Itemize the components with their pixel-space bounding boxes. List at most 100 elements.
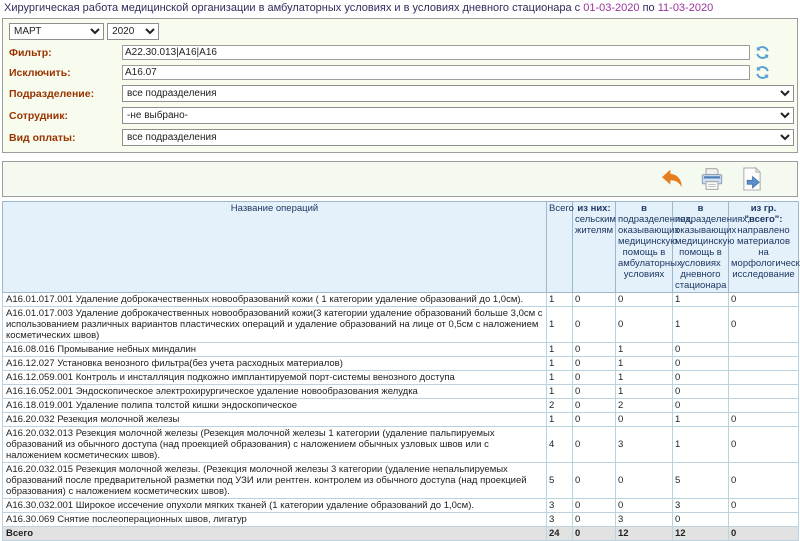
value-cell: 5 bbox=[547, 463, 573, 499]
print-icon[interactable] bbox=[699, 166, 725, 192]
value-cell: 1 bbox=[616, 357, 673, 371]
payment-row: Вид оплаты: все подразделения bbox=[9, 129, 791, 146]
value-cell: 0 bbox=[673, 357, 729, 371]
value-cell: 2 bbox=[616, 399, 673, 413]
filter-panel: МАРТ 2020 Фильтр: Исключить: Подразделен… bbox=[2, 18, 798, 153]
value-cell: 0 bbox=[573, 463, 616, 499]
value-cell: 1 bbox=[547, 307, 573, 343]
year-select[interactable]: 2020 bbox=[107, 23, 159, 40]
operation-name-cell: A16.12.027 Установка венозного фильтра(б… bbox=[3, 357, 547, 371]
value-cell: 0 bbox=[673, 385, 729, 399]
operation-name-cell: A16.30.032.001 Широкое иссечение опухоли… bbox=[3, 499, 547, 513]
value-cell: 1 bbox=[616, 371, 673, 385]
value-cell: 0 bbox=[573, 343, 616, 357]
value-cell: 0 bbox=[573, 357, 616, 371]
value-cell: 0 bbox=[573, 527, 616, 541]
value-cell: 0 bbox=[729, 293, 799, 307]
value-cell: 0 bbox=[729, 499, 799, 513]
operation-name-cell: A16.20.032.015 Резекция молочной железы.… bbox=[3, 463, 547, 499]
table-row: A16.16.052.001 Эндоскопическое электрохи… bbox=[3, 385, 799, 399]
filter-row: Фильтр: bbox=[9, 45, 791, 60]
value-cell: 0 bbox=[573, 293, 616, 307]
filter-input[interactable] bbox=[122, 45, 750, 60]
value-cell: 0 bbox=[616, 413, 673, 427]
table-row: A16.12.027 Установка венозного фильтра(б… bbox=[3, 357, 799, 371]
value-cell: 1 bbox=[673, 307, 729, 343]
department-select[interactable]: все подразделения bbox=[122, 85, 794, 102]
value-cell: 0 bbox=[673, 513, 729, 527]
operation-name-cell: A16.12.059.001 Контроль и инсталляция по… bbox=[3, 371, 547, 385]
table-row: A16.12.059.001 Контроль и инсталляция по… bbox=[3, 371, 799, 385]
month-select[interactable]: МАРТ bbox=[9, 23, 104, 40]
column-header: из них: сельским жителям bbox=[573, 202, 616, 293]
value-cell: 1 bbox=[673, 293, 729, 307]
value-cell: 1 bbox=[547, 385, 573, 399]
column-header: в подразделениях, оказывающих медицинску… bbox=[673, 202, 729, 293]
value-cell: 0 bbox=[729, 463, 799, 499]
operation-name-cell: Всего bbox=[3, 527, 547, 541]
value-cell: 0 bbox=[573, 499, 616, 513]
value-cell: 1 bbox=[547, 413, 573, 427]
value-cell: 0 bbox=[573, 413, 616, 427]
value-cell: 0 bbox=[729, 527, 799, 541]
table-row: A16.20.032.015 Резекция молочной железы.… bbox=[3, 463, 799, 499]
value-cell: 0 bbox=[729, 307, 799, 343]
date-to: 11-03-2020 bbox=[658, 2, 713, 14]
operation-name-cell: A16.30.069 Снятие послеоперационных швов… bbox=[3, 513, 547, 527]
value-cell: 24 bbox=[547, 527, 573, 541]
export-icon[interactable] bbox=[739, 166, 765, 192]
employee-select[interactable]: -не выбрано- bbox=[122, 107, 794, 124]
page-title-text: Хирургическая работа медицинской организ… bbox=[4, 2, 580, 14]
value-cell: 1 bbox=[616, 343, 673, 357]
value-cell: 0 bbox=[673, 371, 729, 385]
table-row: A16.20.032.013 Резекция молочной железы … bbox=[3, 427, 799, 463]
value-cell: 0 bbox=[616, 293, 673, 307]
total-row: Всего24012120 bbox=[3, 527, 799, 541]
date-from: 01-03-2020 bbox=[583, 2, 639, 14]
payment-label: Вид оплаты: bbox=[9, 132, 122, 144]
value-cell: 0 bbox=[573, 399, 616, 413]
value-cell: 1 bbox=[547, 357, 573, 371]
value-cell: 2 bbox=[547, 399, 573, 413]
value-cell: 0 bbox=[729, 427, 799, 463]
employee-label: Сотрудник: bbox=[9, 110, 122, 122]
exclude-row: Исключить: bbox=[9, 65, 791, 80]
operation-name-cell: A16.08.016 Промывание небных миндалин bbox=[3, 343, 547, 357]
department-label: Подразделение: bbox=[9, 88, 122, 100]
payment-select[interactable]: все подразделения bbox=[122, 129, 794, 146]
value-cell bbox=[729, 371, 799, 385]
employee-row: Сотрудник: -не выбрано- bbox=[9, 107, 791, 124]
toolbar bbox=[2, 161, 798, 197]
value-cell: 0 bbox=[573, 513, 616, 527]
value-cell bbox=[729, 513, 799, 527]
value-cell: 0 bbox=[573, 427, 616, 463]
value-cell: 3 bbox=[616, 513, 673, 527]
value-cell: 5 bbox=[673, 463, 729, 499]
value-cell bbox=[729, 357, 799, 371]
exclude-label: Исключить: bbox=[9, 67, 122, 79]
value-cell: 0 bbox=[673, 343, 729, 357]
value-cell: 0 bbox=[729, 413, 799, 427]
table-row: A16.20.032 Резекция молочной железы10010 bbox=[3, 413, 799, 427]
column-header: в подразделениях, оказывающих медицинску… bbox=[616, 202, 673, 293]
value-cell: 1 bbox=[673, 413, 729, 427]
period-row: МАРТ 2020 bbox=[9, 23, 791, 40]
operation-name-cell: A16.01.017.003 Удаление доброкачественны… bbox=[3, 307, 547, 343]
value-cell: 3 bbox=[547, 513, 573, 527]
column-header: Название операций bbox=[3, 202, 547, 293]
table-row: A16.01.017.001 Удаление доброкачественны… bbox=[3, 293, 799, 307]
operation-name-cell: A16.01.017.001 Удаление доброкачественны… bbox=[3, 293, 547, 307]
value-cell: 12 bbox=[673, 527, 729, 541]
exclude-input[interactable] bbox=[122, 65, 750, 80]
value-cell: 3 bbox=[616, 427, 673, 463]
operation-name-cell: A16.18.019.001 Удаление полипа толстой к… bbox=[3, 399, 547, 413]
undo-icon[interactable] bbox=[659, 166, 685, 192]
operation-name-cell: A16.20.032.013 Резекция молочной железы … bbox=[3, 427, 547, 463]
operations-table-header: Название операцийВсегоиз них: сельским ж… bbox=[3, 202, 799, 293]
value-cell: 0 bbox=[616, 307, 673, 343]
table-row: A16.30.032.001 Широкое иссечение опухоли… bbox=[3, 499, 799, 513]
table-row: A16.18.019.001 Удаление полипа толстой к… bbox=[3, 399, 799, 413]
date-to-word: по bbox=[643, 2, 655, 14]
refresh-icon[interactable] bbox=[755, 45, 770, 60]
refresh-icon[interactable] bbox=[755, 65, 770, 80]
